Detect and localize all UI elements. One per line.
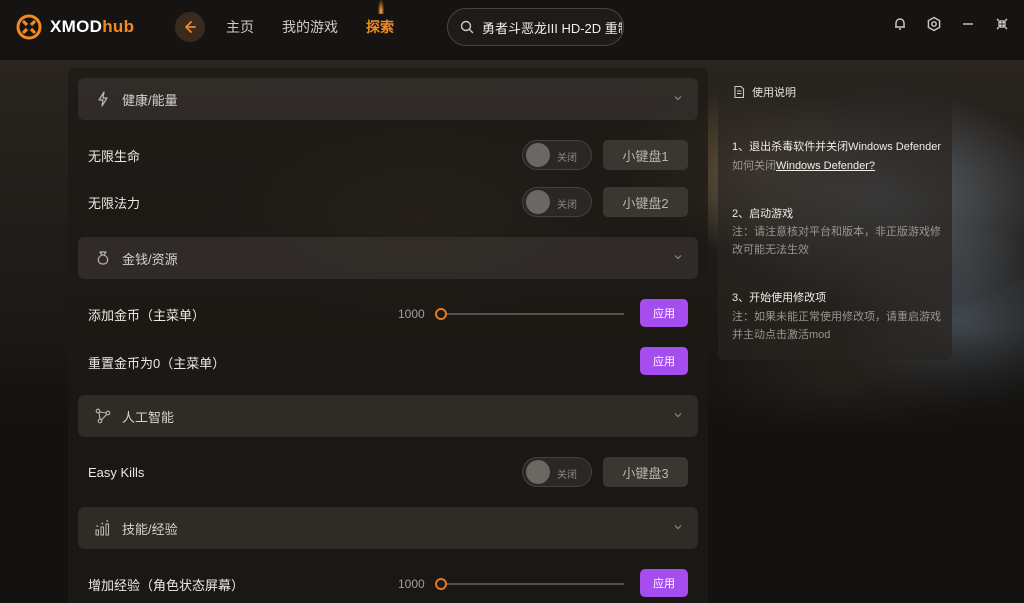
- cheat-row-reset-gold: 重置金币为0（主菜单） 应用: [88, 347, 688, 377]
- settings-gear-icon[interactable]: [926, 16, 942, 32]
- cheat-row-add-gold: 添加金币（主菜单） 1000 应用: [88, 299, 688, 329]
- section-title: 金钱/资源: [122, 251, 178, 267]
- cheat-label: 增加经验（角色状态屏幕）: [88, 577, 245, 593]
- cheat-label: Easy Kills: [88, 464, 145, 480]
- toggle-state-label: 关闭: [557, 153, 577, 164]
- money-bag-icon: [97, 251, 109, 265]
- step-1-note: 如何关闭Windows Defender?: [732, 157, 942, 175]
- chevron-down-icon: [674, 255, 682, 260]
- hotkey-button[interactable]: 小键盘2: [603, 187, 688, 217]
- cheat-row-easy-kills: Easy Kills 关闭 小键盘3: [88, 457, 688, 487]
- slider-thumb[interactable]: [435, 308, 447, 320]
- cheat-label: 无限生命: [88, 148, 141, 164]
- cheat-label: 无限法力: [88, 195, 141, 211]
- toggle-knob: [526, 460, 550, 484]
- cheat-toggle[interactable]: 关闭: [522, 457, 592, 487]
- search-input[interactable]: [482, 19, 622, 35]
- slider-value: 1000: [398, 307, 425, 321]
- step-1: 1、退出杀毒软件并关闭Windows Defender: [732, 141, 942, 153]
- search-box[interactable]: [447, 8, 624, 46]
- cheat-label: 添加金币（主菜单）: [88, 307, 206, 323]
- xmod-logo-icon: [16, 14, 42, 40]
- active-glow-decoration: [378, 0, 384, 14]
- search-icon: [460, 20, 474, 34]
- toggle-state-label: 关闭: [557, 470, 577, 481]
- lightning-icon: [98, 91, 108, 107]
- cheat-panel: 健康/能量 无限生命 关闭 小键盘1 无限法力 关闭 小键盘2 金钱/资源 添加…: [68, 68, 708, 603]
- instructions-header: 使用说明: [732, 84, 938, 100]
- windows-defender-link[interactable]: Windows Defender?: [776, 160, 875, 172]
- collapse-window-icon[interactable]: [994, 16, 1010, 32]
- window-controls: [892, 16, 1010, 32]
- chevron-down-icon: [674, 413, 682, 418]
- section-header-health[interactable]: 健康/能量: [78, 78, 698, 120]
- nav-explore[interactable]: 探索: [366, 17, 394, 37]
- slider-value: 1000: [398, 577, 425, 591]
- toggle-state-label: 关闭: [557, 200, 577, 211]
- back-button[interactable]: [175, 12, 205, 42]
- step-1-note-text: 如何关闭: [732, 160, 776, 172]
- minimize-icon[interactable]: [960, 16, 976, 32]
- notification-bell-icon[interactable]: [892, 16, 908, 32]
- section-header-ai[interactable]: 人工智能: [78, 395, 698, 437]
- section-header-skills[interactable]: 技能/经验: [78, 507, 698, 549]
- slider-thumb[interactable]: [435, 578, 447, 590]
- hotkey-button[interactable]: 小键盘1: [603, 140, 688, 170]
- section-title: 人工智能: [122, 409, 175, 425]
- apply-button[interactable]: 应用: [640, 347, 688, 375]
- slider-track[interactable]: [438, 583, 624, 585]
- step-2-note: 注：请注意核对平台和版本，非正版游戏修改可能无法生效: [732, 226, 941, 256]
- cheat-label: 重置金币为0（主菜单）: [88, 355, 226, 371]
- bar-chart-icon: [95, 520, 109, 536]
- back-arrow-icon: [185, 21, 196, 33]
- section-title: 技能/经验: [122, 521, 178, 537]
- chevron-down-icon: [674, 525, 682, 530]
- cheat-toggle[interactable]: 关闭: [522, 187, 592, 217]
- section-header-money[interactable]: 金钱/资源: [78, 237, 698, 279]
- step-3-note: 注：如果未能正常使用修改项，请重启游戏并主动点击激活mod: [732, 311, 941, 341]
- ai-network-icon: [95, 408, 111, 424]
- nav-home[interactable]: 主页: [226, 17, 254, 37]
- section-title: 健康/能量: [122, 92, 178, 108]
- main-nav: 主页 我的游戏 探索: [226, 0, 394, 54]
- instructions-title: 使用说明: [752, 87, 796, 99]
- toggle-knob: [526, 143, 550, 167]
- cheat-toggle[interactable]: 关闭: [522, 140, 592, 170]
- instructions-card: 使用说明 1、退出杀毒软件并关闭Windows Defender 如何关闭Win…: [718, 76, 952, 360]
- cheat-row-add-exp: 增加经验（角色状态屏幕） 1000 应用: [88, 569, 688, 599]
- logo[interactable]: XMODhub: [16, 14, 134, 40]
- nav-my-games[interactable]: 我的游戏: [282, 17, 338, 37]
- slider-track[interactable]: [438, 313, 624, 315]
- chevron-down-icon: [674, 96, 682, 101]
- apply-button[interactable]: 应用: [640, 299, 688, 327]
- step-2: 2、启动游戏: [732, 208, 794, 220]
- document-icon: [734, 85, 745, 99]
- step-3: 3、开始使用修改项: [732, 292, 827, 304]
- cheat-row-infinite-health: 无限生命 关闭 小键盘1: [88, 140, 688, 170]
- apply-button[interactable]: 应用: [640, 569, 688, 597]
- logo-text: XMODhub: [50, 17, 135, 36]
- toggle-knob: [526, 190, 550, 214]
- cheat-row-infinite-mana: 无限法力 关闭 小键盘2: [88, 187, 688, 217]
- hotkey-button[interactable]: 小键盘3: [603, 457, 688, 487]
